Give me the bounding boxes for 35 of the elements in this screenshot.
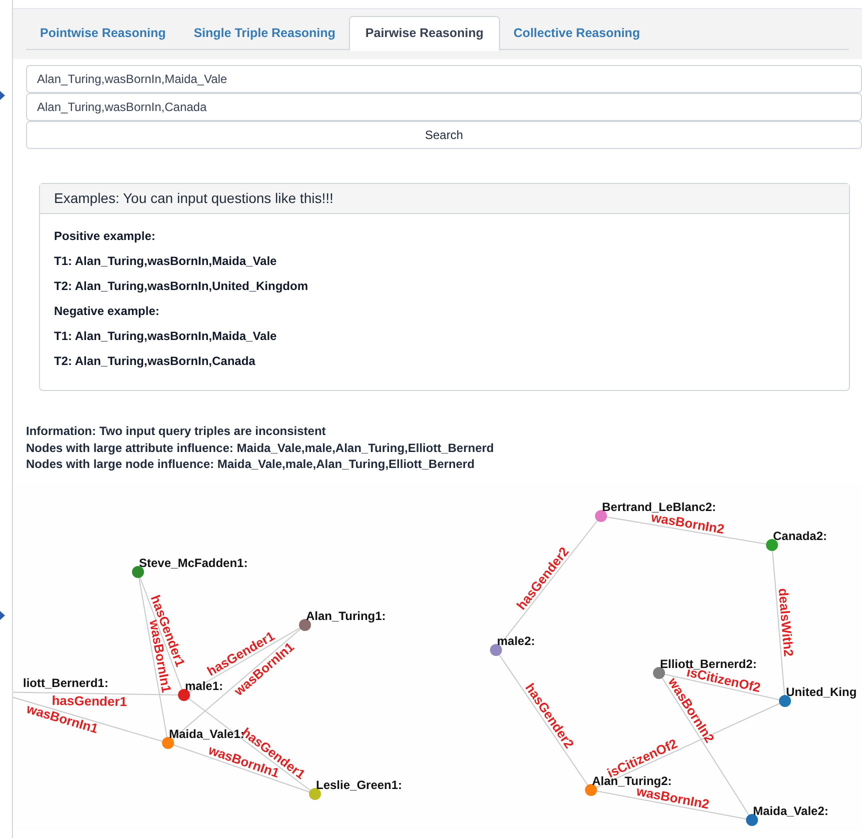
info-text: Nodes with large attribute influence: Maida_Vale,male,Alan_Turing,Elliott_Bernerd (26, 440, 495, 456)
arrow-icon (0, 91, 5, 100)
info-text: Nodes with large node influence: Maida_Vale,male,Alan_Turing,Elliott_Bernerd (26, 456, 476, 472)
example-text: T2: Alan_Turing,wasBornIn,Canada (54, 353, 256, 370)
search-button[interactable]: Search (26, 121, 862, 149)
edge-label: hasGender1 (52, 692, 128, 709)
node-label: male1: (185, 678, 224, 692)
tab[interactable]: Pointwise Reasoning (26, 16, 180, 50)
example-text: T1: Alan_Turing,wasBornIn,Maida_Vale (54, 253, 278, 270)
example-text: Positive example: (54, 228, 156, 245)
edge-label: dealsWith2 (776, 587, 796, 657)
graph-node[interactable] (490, 644, 502, 656)
graph-node[interactable] (766, 538, 778, 550)
tab[interactable]: Pairwise Reasoning (349, 16, 500, 51)
node-label: male2: (497, 634, 536, 648)
node-label: liott_Bernerd1: (23, 676, 108, 690)
example-text: T2: Alan_Turing,wasBornIn,United_Kingdom (54, 278, 310, 295)
graph-node[interactable] (178, 688, 190, 700)
query-field[interactable]: Alan_Turing,wasBornIn,Maida_Vale (26, 65, 862, 93)
node-label: Steve_McFadden1: (139, 556, 248, 570)
node-label: Maida_Vale2: (753, 804, 828, 818)
node-label: Leslie_Green1: (316, 778, 402, 792)
tab[interactable]: Single Triple Reasoning (180, 16, 350, 50)
panel-title: Examples: You can input questions like this!!! (40, 184, 849, 214)
tab[interactable]: Collective Reasoning (500, 16, 654, 50)
info-text: Information: Two input query triples are inconsistent (26, 423, 327, 440)
node-label: Canada2: (773, 528, 828, 542)
node-label: Bertrand_LeBlanc2: (602, 500, 716, 514)
example-text: Negative example: (54, 303, 160, 320)
node-label: United_King (786, 684, 857, 698)
arrow-icon (0, 611, 5, 620)
node-label: Elliott_Bernerd2: (660, 656, 757, 670)
query-field[interactable]: Alan_Turing,wasBornIn,Canada (26, 93, 862, 121)
node-label: Alan_Turing1: (306, 608, 386, 622)
example-text: T1: Alan_Turing,wasBornIn,Maida_Vale (54, 328, 278, 345)
